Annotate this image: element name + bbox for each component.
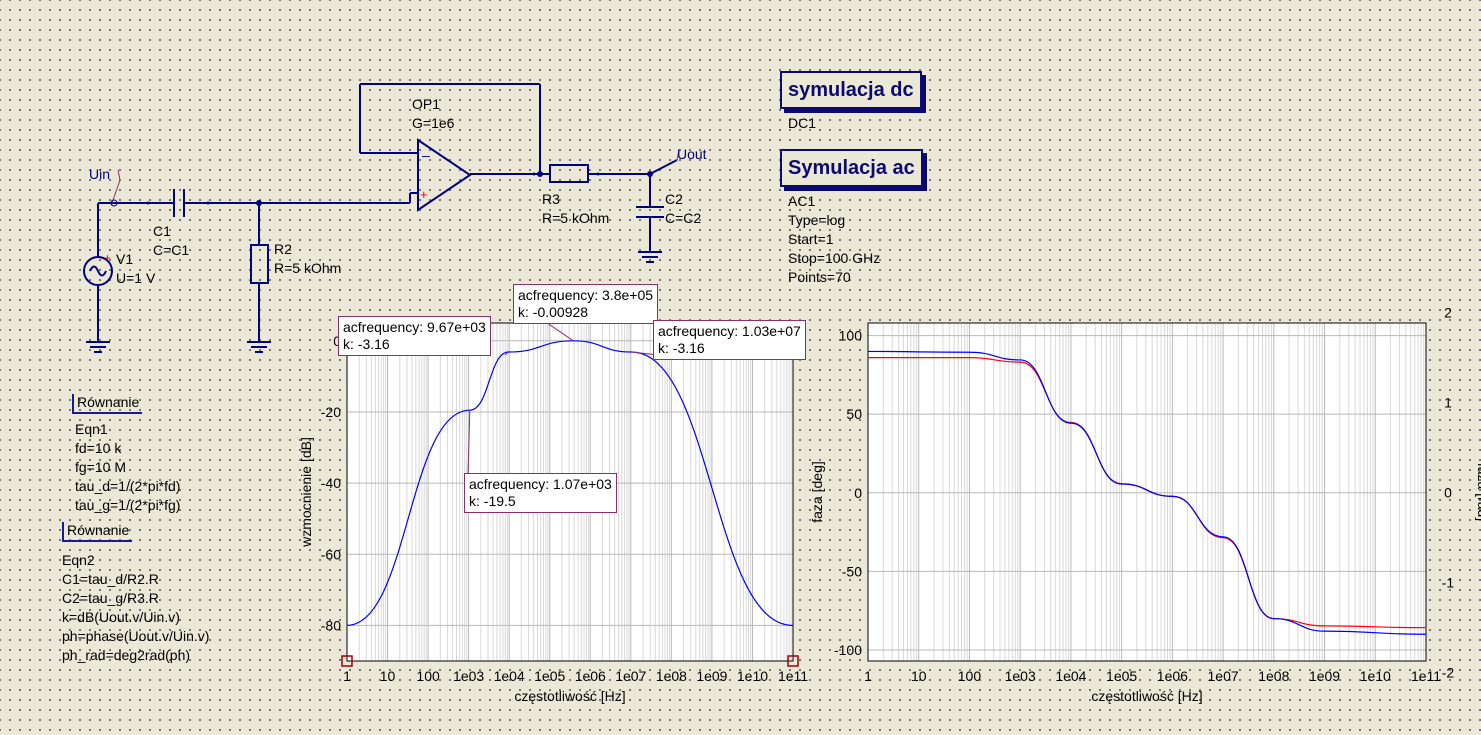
x-tick-label: 100: [958, 668, 982, 684]
marker-3-value: k: -3.16: [658, 340, 705, 356]
y2-axis-label: faza [rad]: [1475, 463, 1481, 521]
data-point: [1070, 422, 1072, 424]
y-tick-label: -50: [842, 563, 862, 579]
data-point: [867, 357, 869, 359]
y-tick-label: -100: [834, 642, 862, 658]
x-tick-label: 1e05: [1106, 668, 1137, 684]
marker-1-freq: acfrequency: 9.67e+03: [343, 319, 486, 335]
marker-4-freq: acfrequency: 1.07e+03: [469, 476, 612, 492]
data-point: [1323, 625, 1326, 627]
data-point: [1121, 483, 1123, 485]
data-point: [1323, 630, 1326, 632]
marker-1-value: k: -3.16: [343, 336, 390, 352]
data-point: [1425, 627, 1427, 629]
x-tick-label: 1e06: [1157, 668, 1188, 684]
x-axis-label: częstotliwość [Hz]: [1091, 688, 1202, 704]
data-point: [1019, 361, 1021, 363]
y-axis-label: faza [deg]: [809, 461, 825, 523]
x-tick-label: 1e04: [1055, 668, 1086, 684]
marker-4[interactable]: acfrequency: 1.07e+03 k: -19.5: [464, 473, 617, 513]
phase-chart[interactable]: 1 10 100 1e03 1e04 1e05 1e06 1e07 1e08 1e09 1e10 1e…: [0, 0, 1481, 735]
marker-3[interactable]: acfrequency: 1.03e+07 k: -3.16: [653, 320, 806, 360]
marker-2-value: k: -0.00928: [518, 304, 589, 320]
x-tick-label: 1e07: [1208, 668, 1239, 684]
y-tick-label: 100: [839, 328, 863, 344]
data-point: [867, 350, 869, 353]
y2-tick-label: -2: [1442, 665, 1455, 681]
x-tick-label: 1e03: [1005, 668, 1036, 684]
data-point: [968, 357, 971, 359]
marker-2-freq: acfrequency: 3.8e+05: [518, 287, 654, 303]
plot-area: [868, 323, 1426, 661]
x-tick-label: 1e09: [1309, 668, 1340, 684]
x-tick-label: 1e08: [1258, 668, 1289, 684]
y2-tick-label: -1: [1442, 575, 1455, 591]
data-point: [1273, 617, 1275, 620]
x-tick-label: 1e10: [1360, 668, 1391, 684]
y-tick-label: 0: [854, 485, 862, 501]
data-point: [968, 351, 971, 353]
marker-2[interactable]: acfrequency: 3.8e+05 k: -0.00928: [513, 284, 659, 324]
data-point: [1222, 536, 1224, 538]
marker-3-freq: acfrequency: 1.03e+07: [658, 323, 801, 339]
data-point: [1425, 633, 1427, 635]
y-tick-label: 50: [846, 406, 862, 422]
marker-4-value: k: -19.5: [469, 493, 516, 509]
x-tick-label: 1e11: [1411, 668, 1441, 684]
x-tick-label: 1: [864, 668, 872, 684]
marker-1[interactable]: acfrequency: 9.67e+03 k: -3.16: [338, 316, 491, 356]
y2-tick-label: 1: [1444, 395, 1452, 411]
x-tick-label: 10: [911, 668, 927, 684]
data-point: [1171, 495, 1173, 498]
y2-tick-label: 2: [1444, 305, 1452, 321]
data-point: [1019, 359, 1021, 361]
y2-tick-label: 0: [1444, 485, 1452, 501]
